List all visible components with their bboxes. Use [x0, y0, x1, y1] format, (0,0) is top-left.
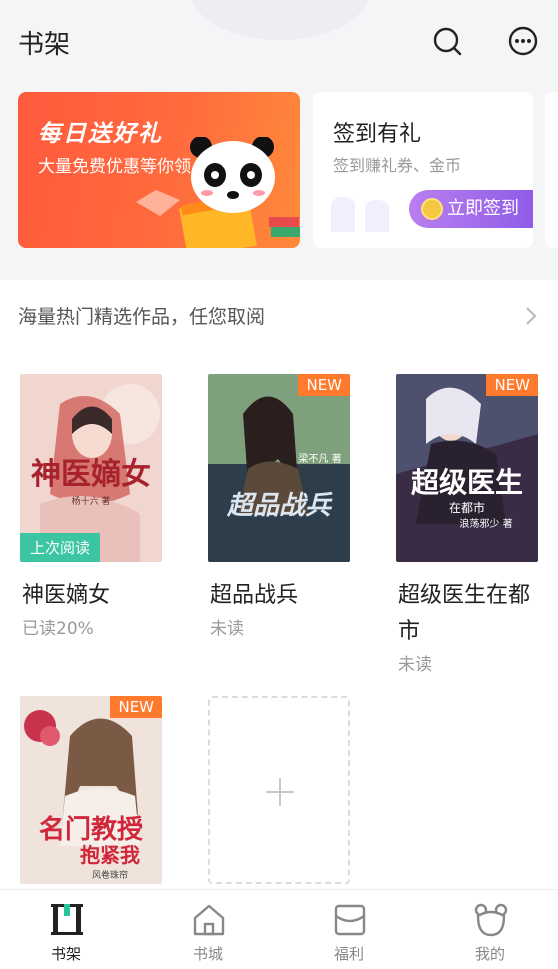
- decorative-ghost-icon: [331, 197, 389, 232]
- sign-in-button[interactable]: 立即签到: [409, 190, 533, 228]
- read-progress: 未读: [398, 655, 432, 675]
- book-item[interactable]: 神医嫡女 杨十六 著 上次阅读 神医嫡女 已读20%: [20, 374, 162, 644]
- book-item[interactable]: 超品战兵 梁不凡 著 NEW 超品战兵 未读: [208, 374, 350, 644]
- book-cover[interactable]: 名门教授 抱紧我 风卷珠帘 NEW: [20, 696, 162, 884]
- book-item[interactable]: 超级医生 在都市 浪荡邪少 著 NEW 超级医生在都市 未读: [396, 374, 538, 675]
- cover-art: 超品战兵 梁不凡 著: [208, 374, 350, 562]
- search-icon[interactable]: [432, 26, 462, 56]
- bookshelf-icon: [51, 904, 83, 935]
- cover-art: 超级医生 在都市 浪荡邪少 著: [396, 374, 538, 562]
- cover-subtitle: 在都市: [449, 500, 485, 515]
- sign-in-button-label: 立即签到: [447, 198, 519, 219]
- gift-subtitle: 大量免费优惠等你领: [38, 157, 191, 177]
- daily-gift-banner[interactable]: 每日送好礼 大量免费优惠等你领: [18, 92, 300, 248]
- header-area: 书架 每日送好礼 大量免费优惠等你领 签到有礼 签到赚礼券、金币 立即签到: [0, 0, 558, 280]
- sign-subtitle: 签到赚礼券、金币: [333, 156, 462, 175]
- cover-author: 杨十六 著: [72, 495, 111, 507]
- tab-profile[interactable]: 我的: [440, 890, 540, 969]
- tab-label: 福利: [333, 945, 364, 963]
- bottom-tab-bar: 书架 书城 福利 我的: [0, 889, 558, 969]
- chevron-right-icon[interactable]: [522, 304, 540, 328]
- tab-bookstore[interactable]: 书城: [158, 890, 258, 969]
- cover-author: 梁不凡 著: [298, 452, 341, 465]
- cover-title: 名门教授: [39, 814, 144, 844]
- book-title: 神医嫡女: [22, 583, 111, 608]
- sign-title: 签到有礼: [333, 122, 422, 147]
- add-book-button[interactable]: [208, 696, 350, 884]
- cover-title: 超品战兵: [226, 491, 333, 521]
- new-badge: NEW: [110, 696, 162, 718]
- cover-art: 名门教授 抱紧我 风卷珠帘: [20, 696, 162, 884]
- book-cover[interactable]: 超级医生 在都市 浪荡邪少 著 NEW: [396, 374, 538, 562]
- new-badge: NEW: [486, 374, 538, 396]
- book-cover[interactable]: 神医嫡女 杨十六 著 上次阅读: [20, 374, 162, 562]
- cover-author: 风卷珠帘: [92, 869, 128, 881]
- book-title: 超品战兵: [210, 583, 299, 608]
- last-read-badge: 上次阅读: [20, 533, 101, 562]
- welfare-icon: [334, 904, 366, 936]
- tab-bookshelf[interactable]: 书架: [16, 890, 116, 969]
- tab-welfare[interactable]: 福利: [299, 890, 399, 969]
- read-progress: 未读: [210, 619, 244, 639]
- tab-label: 我的: [474, 945, 505, 963]
- cover-subtitle: 抱紧我: [80, 843, 140, 867]
- profile-icon: [474, 903, 508, 937]
- new-badge: NEW: [298, 374, 350, 396]
- decorative-blob: [190, 0, 370, 40]
- more-icon[interactable]: [508, 26, 538, 56]
- book-title: 超级医生在都市: [398, 583, 531, 644]
- gift-title: 每日送好礼: [38, 121, 163, 147]
- book-cover[interactable]: 超品战兵 梁不凡 著 NEW: [208, 374, 350, 562]
- plus-icon-vertical: [279, 778, 281, 806]
- read-progress: 已读20%: [22, 619, 94, 639]
- bookstore-icon: [193, 904, 225, 936]
- book-item[interactable]: 名门教授 抱紧我 风卷珠帘 NEW: [20, 696, 162, 884]
- next-banner-peek[interactable]: [545, 92, 558, 248]
- cover-author: 浪荡邪少 著: [459, 517, 512, 530]
- tab-label: 书城: [192, 945, 223, 963]
- tab-label: 书架: [50, 945, 81, 963]
- sign-in-banner[interactable]: 签到有礼 签到赚礼券、金币 立即签到: [313, 92, 533, 248]
- crown-coin-icon: [421, 198, 443, 220]
- promo-text[interactable]: 海量热门精选作品，任您取阅: [18, 302, 265, 329]
- cover-title: 神医嫡女: [31, 457, 151, 491]
- page-title: 书架: [18, 30, 71, 60]
- panda-mascot-icon: [179, 137, 300, 248]
- cover-title: 超级医生: [411, 466, 523, 499]
